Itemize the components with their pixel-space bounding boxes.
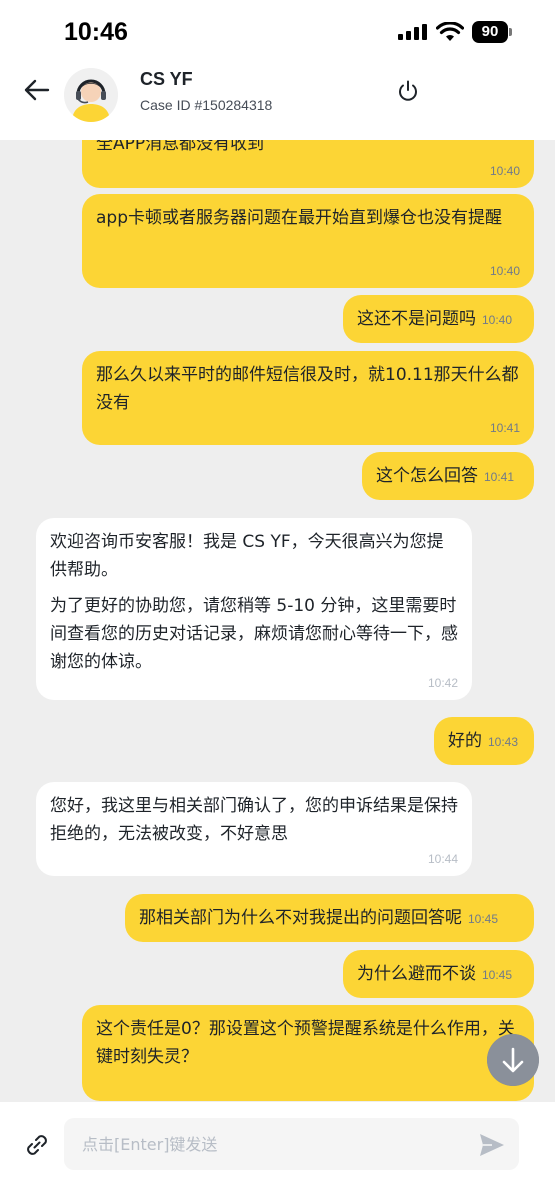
message-time: 10:41 (484, 470, 515, 484)
message-text: 这个责任是0？那设置这个预警提醒系统是什么作用，关键时刻失灵？ (96, 1019, 515, 1067)
message-list[interactable]: 全APP消息都没有收到 10:40 app卡顿或者服务器问题在最开始直到爆仓也没… (0, 140, 555, 1102)
message-time: 10:45 (468, 912, 499, 926)
message-text: 为什么避而不谈 (357, 964, 476, 984)
message-time: 10:40 (489, 164, 520, 178)
message-outgoing: 全APP消息都没有收到 10:40 (82, 140, 534, 188)
scroll-down-button[interactable] (487, 1034, 539, 1086)
message-outgoing: 好的 10:43 (434, 717, 534, 765)
power-icon[interactable] (396, 79, 420, 103)
message-time: 10:44 (427, 852, 458, 866)
message-text: 欢迎咨询币安客服！我是 CS YF，今天很高兴为您提供帮助。 (50, 532, 444, 580)
message-time: 10:43 (488, 735, 519, 749)
message-time: 10:40 (482, 313, 513, 327)
status-time: 10:46 (64, 18, 128, 46)
message-outgoing: 这还不是问题吗 10:40 (343, 295, 534, 343)
message-incoming: 欢迎咨询币安客服！我是 CS YF，今天很高兴为您提供帮助。 为了更好的协助您，… (36, 518, 472, 700)
message-text: 这个怎么回答 (376, 466, 478, 486)
message-time: 10:41 (489, 421, 520, 435)
message-time: 10:40 (489, 264, 520, 278)
send-icon[interactable] (478, 1132, 506, 1158)
agent-avatar (64, 68, 118, 122)
message-text: 您好，我这里与相关部门确认了，您的申诉结果是保持拒绝的，无法被改变，不好意思 (50, 796, 458, 844)
status-bar: 10:46 90 (0, 0, 555, 62)
message-text: 好的 (448, 731, 482, 751)
message-text: 这还不是问题吗 (357, 309, 476, 329)
message-outgoing: 那么久以来平时的邮件短信很及时，就10.11那天什么都没有 10:41 (82, 351, 534, 445)
wifi-icon (436, 22, 464, 41)
support-agent-icon (64, 68, 118, 122)
message-outgoing: app卡顿或者服务器问题在最开始直到爆仓也没有提醒 10:40 (82, 194, 534, 288)
attachment-link-icon[interactable] (22, 1130, 52, 1160)
message-outgoing: 那相关部门为什么不对我提出的问题回答呢 10:45 (125, 894, 534, 942)
message-time: 10:42 (427, 676, 458, 690)
message-text: 全APP消息都没有收到 (96, 140, 265, 154)
message-time: 10:45 (482, 968, 513, 982)
message-text: 那相关部门为什么不对我提出的问题回答呢 (139, 908, 462, 928)
composer-bar (0, 1102, 555, 1200)
message-outgoing: 这个怎么回答 10:41 (362, 452, 534, 500)
message-text: 那么久以来平时的邮件短信很及时，就10.11那天什么都没有 (96, 365, 519, 413)
message-incoming: 您好，我这里与相关部门确认了，您的申诉结果是保持拒绝的，无法被改变，不好意思 1… (36, 782, 472, 876)
chat-header: CS YF Case ID #150284318 (0, 62, 555, 140)
message-text: app卡顿或者服务器问题在最开始直到爆仓也没有提醒 (96, 208, 502, 228)
case-id: Case ID #150284318 (140, 97, 273, 113)
agent-name: CS YF (140, 69, 193, 89)
battery-indicator: 90 (472, 21, 508, 43)
message-outgoing: 这个责任是0？那设置这个预警提醒系统是什么作用，关键时刻失灵？ (82, 1005, 534, 1101)
message-input[interactable] (64, 1118, 519, 1170)
battery-tip (509, 28, 512, 36)
message-text-paragraph-2: 为了更好的协助您，请您稍等 5-10 分钟，这里需要时间查看您的历史对话记录，麻… (50, 596, 458, 672)
cellular-signal-icon (398, 24, 427, 40)
arrow-left-icon[interactable] (18, 76, 54, 104)
message-outgoing: 为什么避而不谈 10:45 (343, 950, 534, 998)
